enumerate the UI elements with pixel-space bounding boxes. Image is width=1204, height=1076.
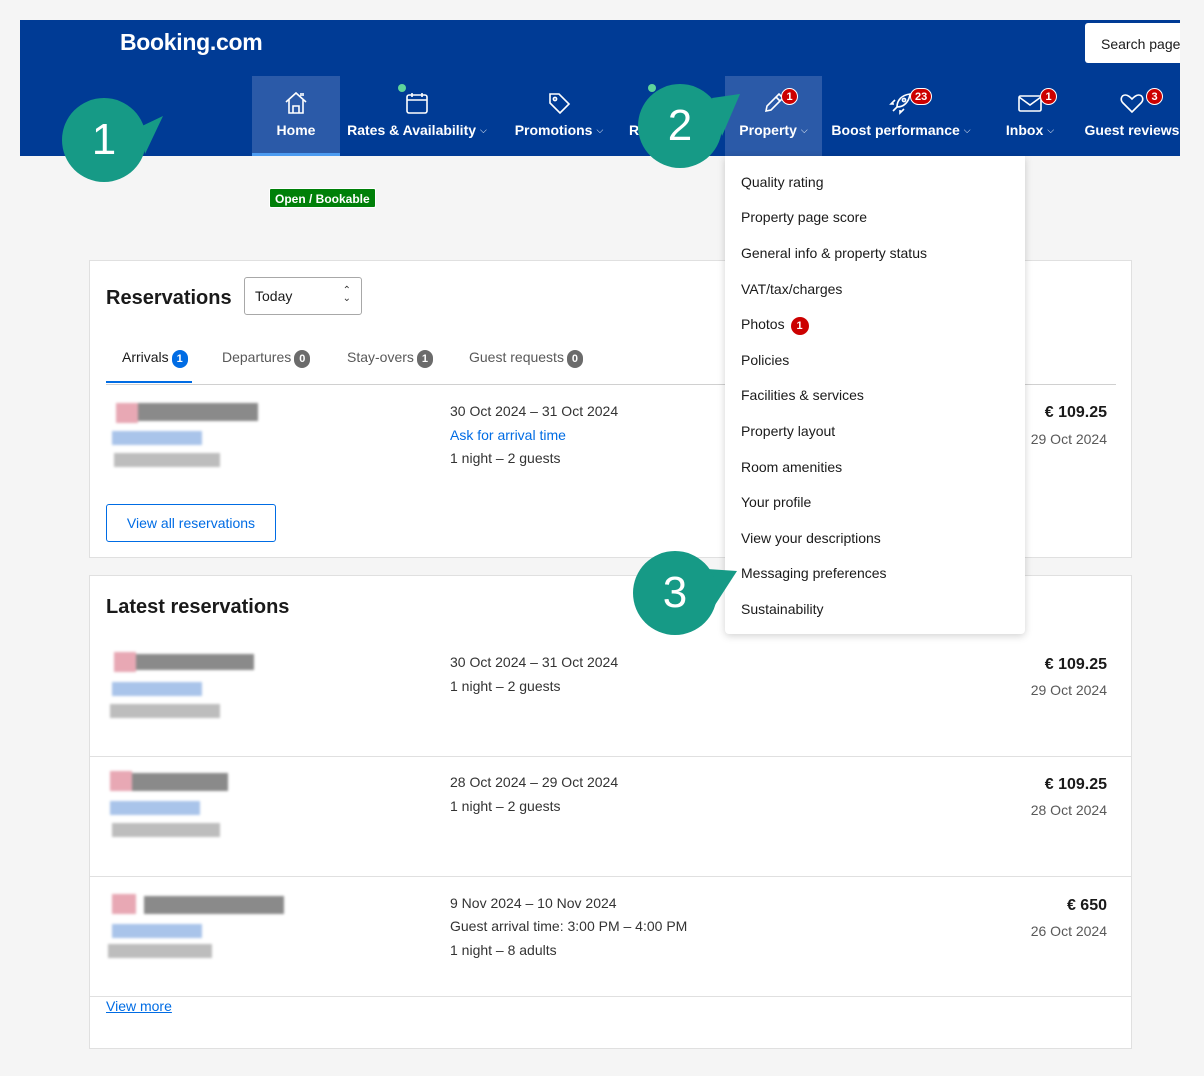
- active-tab-indicator: [106, 381, 192, 383]
- notification-badge: 1: [790, 317, 809, 335]
- menu-item-view-descriptions[interactable]: View your descriptions: [741, 530, 881, 546]
- chevron-down-icon: ⌵: [963, 125, 971, 135]
- nav-boost-label: Boost performance: [831, 122, 960, 138]
- chevron-down-icon: ⌵: [596, 125, 604, 135]
- tab-count-badge: 0: [294, 350, 311, 368]
- view-all-reservations-button[interactable]: View all reservations: [106, 504, 276, 542]
- nav-home[interactable]: Home: [252, 76, 340, 156]
- period-select-value: Today: [255, 288, 293, 304]
- reservation-dates: 30 Oct 2024 – 31 Oct 2024: [450, 403, 619, 419]
- tab-label: Guest requests: [469, 349, 564, 365]
- guest-arrival-time: Guest arrival time: 3:00 PM – 4:00 PM: [450, 918, 688, 934]
- tab-arrivals[interactable]: Arrivals 1: [122, 349, 188, 368]
- notification-badge: 1: [781, 88, 798, 105]
- ask-arrival-time-link[interactable]: Ask for arrival time: [450, 427, 566, 443]
- reservation-amount: € 109.25: [1044, 776, 1107, 793]
- menu-item-quality-rating[interactable]: Quality rating: [741, 174, 823, 190]
- reservation-stay-info: 1 night – 8 adults: [450, 942, 557, 958]
- tab-count-badge: 1: [171, 350, 188, 368]
- nav-guest-reviews-label: Guest reviews: [1084, 122, 1180, 138]
- callout-number: 1: [91, 115, 117, 164]
- nav-inbox[interactable]: 1 Inbox ⌵: [990, 76, 1070, 156]
- menu-item-label: Photos: [741, 316, 785, 332]
- chevron-down-icon: ⌵: [1047, 125, 1055, 135]
- period-select[interactable]: Today ⌃ ⌄: [244, 277, 362, 315]
- menu-item-property-page-score[interactable]: Property page score: [741, 209, 867, 225]
- mail-icon: [1018, 95, 1042, 112]
- tab-count-badge: 1: [416, 350, 433, 368]
- tab-guest-requests[interactable]: Guest requests 0: [469, 349, 583, 368]
- callout-number: 3: [662, 568, 688, 617]
- reservation-dates: 28 Oct 2024 – 29 Oct 2024: [450, 774, 619, 790]
- calendar-icon: [406, 93, 428, 114]
- reservations-title: Reservations: [106, 287, 232, 309]
- nav-rates-availability[interactable]: Rates & Availability ⌵: [342, 76, 492, 156]
- reservation-dates: 30 Oct 2024 – 31 Oct 2024: [450, 654, 619, 670]
- menu-item-property-layout[interactable]: Property layout: [741, 423, 835, 439]
- nav-boost-performance[interactable]: 23 Boost performance ⌵: [826, 76, 976, 156]
- menu-item-policies[interactable]: Policies: [741, 352, 789, 368]
- reservation-dates: 9 Nov 2024 – 10 Nov 2024: [450, 895, 617, 911]
- property-status-badge: Open / Bookable: [269, 188, 376, 208]
- reservation-amount: € 109.25: [1044, 404, 1107, 421]
- callout-number: 2: [667, 101, 693, 150]
- menu-item-sustainability[interactable]: Sustainability: [741, 601, 824, 617]
- callout-step-2: 2: [638, 84, 740, 168]
- reservation-stay-info: 1 night – 2 guests: [450, 450, 561, 466]
- property-dropdown-menu: Quality rating Property page score Gener…: [725, 156, 1025, 634]
- guest-name-redacted: [106, 771, 256, 843]
- reservation-booked-date: 26 Oct 2024: [1030, 923, 1107, 939]
- notification-badge: 1: [1040, 88, 1057, 105]
- latest-reservations-panel: Latest reservations 30 Oct 2024 – 31 Oct…: [89, 575, 1132, 1049]
- menu-item-room-amenities[interactable]: Room amenities: [741, 459, 842, 475]
- menu-item-facilities-services[interactable]: Facilities & services: [741, 387, 864, 403]
- reservation-booked-date: 29 Oct 2024: [1030, 431, 1107, 447]
- nav-promotions-label: Promotions: [514, 122, 593, 138]
- reservation-amount: € 109.25: [1044, 656, 1107, 673]
- guest-name-redacted: [108, 894, 288, 960]
- tab-label: Stay-overs: [347, 349, 414, 365]
- callout-step-3: 3: [633, 551, 737, 635]
- menu-item-vat-tax-charges[interactable]: VAT/tax/charges: [741, 281, 842, 297]
- divider: [90, 996, 1131, 997]
- booking-logo[interactable]: Booking.com: [120, 29, 263, 56]
- divider: [90, 756, 1131, 757]
- nav-inbox-label: Inbox: [1005, 122, 1044, 138]
- tab-label: Departures: [222, 349, 292, 365]
- view-more-link[interactable]: View more: [106, 998, 172, 1014]
- nav-home-label: Home: [276, 122, 316, 138]
- heart-icon: [1120, 94, 1144, 114]
- reservation-booked-date: 28 Oct 2024: [1030, 802, 1107, 818]
- tab-departures[interactable]: Departures 0: [222, 349, 311, 368]
- nav-promotions[interactable]: Promotions ⌵: [504, 76, 614, 156]
- menu-item-messaging-preferences[interactable]: Messaging preferences: [741, 565, 887, 581]
- nav-rates-label: Rates & Availability: [347, 122, 477, 138]
- callout-step-1: 1: [62, 98, 163, 182]
- notification-badge: 3: [1146, 88, 1163, 105]
- menu-item-general-info[interactable]: General info & property status: [741, 245, 927, 261]
- chevron-down-icon: ⌵: [480, 125, 487, 135]
- home-icon: [285, 91, 307, 114]
- tab-count-badge: 0: [566, 350, 583, 368]
- top-navigation-bar: Booking.com Search page Home Rates & Ava…: [20, 20, 1180, 156]
- reservation-amount: € 650: [1066, 897, 1107, 914]
- divider: [90, 876, 1131, 877]
- search-input[interactable]: Search page: [1085, 23, 1180, 63]
- reservation-booked-date: 29 Oct 2024: [1030, 682, 1107, 698]
- latest-reservations-title: Latest reservations: [106, 596, 290, 618]
- menu-item-your-profile[interactable]: Your profile: [741, 494, 811, 510]
- menu-item-photos[interactable]: Photos 1: [741, 316, 809, 335]
- notification-badge: 23: [910, 88, 933, 105]
- nav-guest-reviews[interactable]: 3 Guest reviews: [1082, 76, 1180, 156]
- reservation-stay-info: 1 night – 2 guests: [450, 678, 561, 694]
- chevron-down-icon: ⌵: [800, 125, 808, 135]
- tab-stay-overs[interactable]: Stay-overs 1: [347, 349, 433, 368]
- select-arrows-icon: ⌃ ⌄: [342, 285, 351, 304]
- tag-icon: [549, 93, 571, 115]
- reservation-stay-info: 1 night – 2 guests: [450, 798, 561, 814]
- guest-name-redacted: [110, 652, 260, 724]
- guest-name-redacted: [112, 403, 262, 473]
- tab-label: Arrivals: [122, 349, 169, 365]
